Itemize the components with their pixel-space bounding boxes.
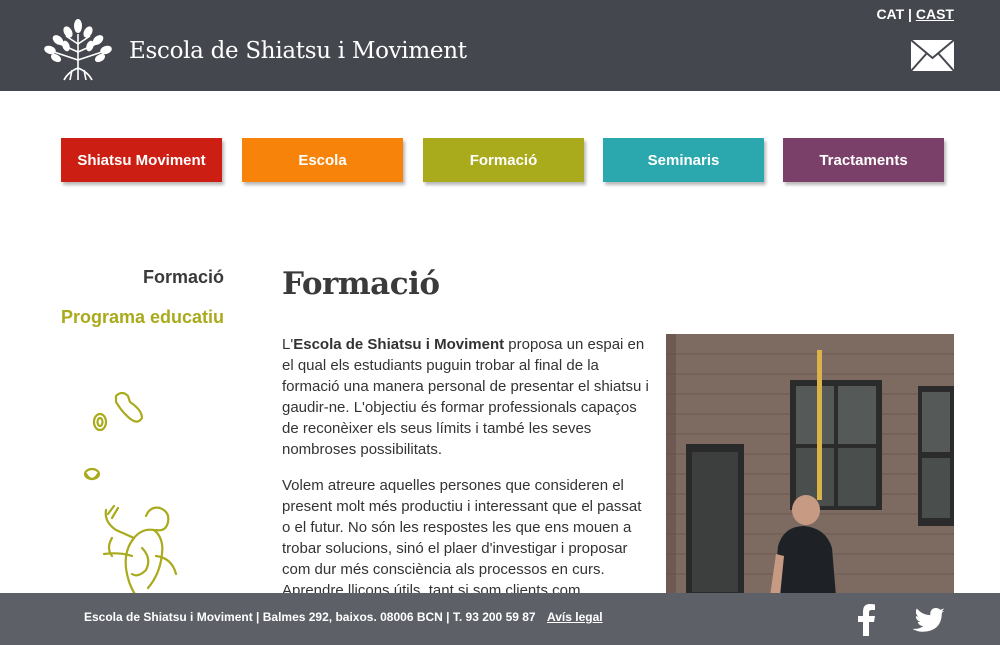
facebook-icon[interactable] xyxy=(856,604,876,636)
twitter-icon[interactable] xyxy=(910,604,948,635)
nav-escola[interactable]: Escola xyxy=(242,138,403,182)
juggler-illustration xyxy=(83,391,178,598)
lang-separator: | xyxy=(904,6,916,22)
body-text: L'Escola de Shiatsu i Moviment proposa u… xyxy=(282,334,650,616)
envelope-icon[interactable] xyxy=(910,39,955,72)
sidebar-link-programa-educatiu[interactable]: Programa educatiu xyxy=(61,307,224,328)
language-switcher: CAT | CAST xyxy=(876,6,954,22)
footer-contact: Escola de Shiatsu i Moviment | Balmes 29… xyxy=(84,610,536,624)
site-footer: Escola de Shiatsu i Moviment | Balmes 29… xyxy=(0,593,1000,645)
school-name: Escola de Shiatsu i Moviment xyxy=(293,336,505,353)
nav-formacio[interactable]: Formació xyxy=(423,138,584,182)
paragraph-1: L'Escola de Shiatsu i Moviment proposa u… xyxy=(282,336,649,458)
lang-cast-link[interactable]: CAST xyxy=(916,6,954,22)
sidebar-title: Formació xyxy=(142,267,224,287)
main-nav: Shiatsu Moviment Escola Formació Seminar… xyxy=(0,138,1000,184)
lang-cat-link[interactable]: CAT xyxy=(876,6,904,22)
footer-legal-link[interactable]: Avís legal xyxy=(547,610,603,624)
nav-shiatsu-moviment[interactable]: Shiatsu Moviment xyxy=(61,138,222,182)
balancing-stick-photo xyxy=(666,334,954,596)
site-title[interactable]: Escola de Shiatsu i Moviment xyxy=(129,38,467,64)
site-header: Escola de Shiatsu i Moviment CAT | CAST xyxy=(0,0,1000,91)
tree-logo-icon[interactable] xyxy=(42,18,114,82)
nav-tractaments[interactable]: Tractaments xyxy=(783,138,944,182)
paragraph-2: Volem atreure aquelles persones que cons… xyxy=(282,477,642,599)
nav-seminaris[interactable]: Seminaris xyxy=(603,138,764,182)
page-title: Formació xyxy=(282,266,440,302)
